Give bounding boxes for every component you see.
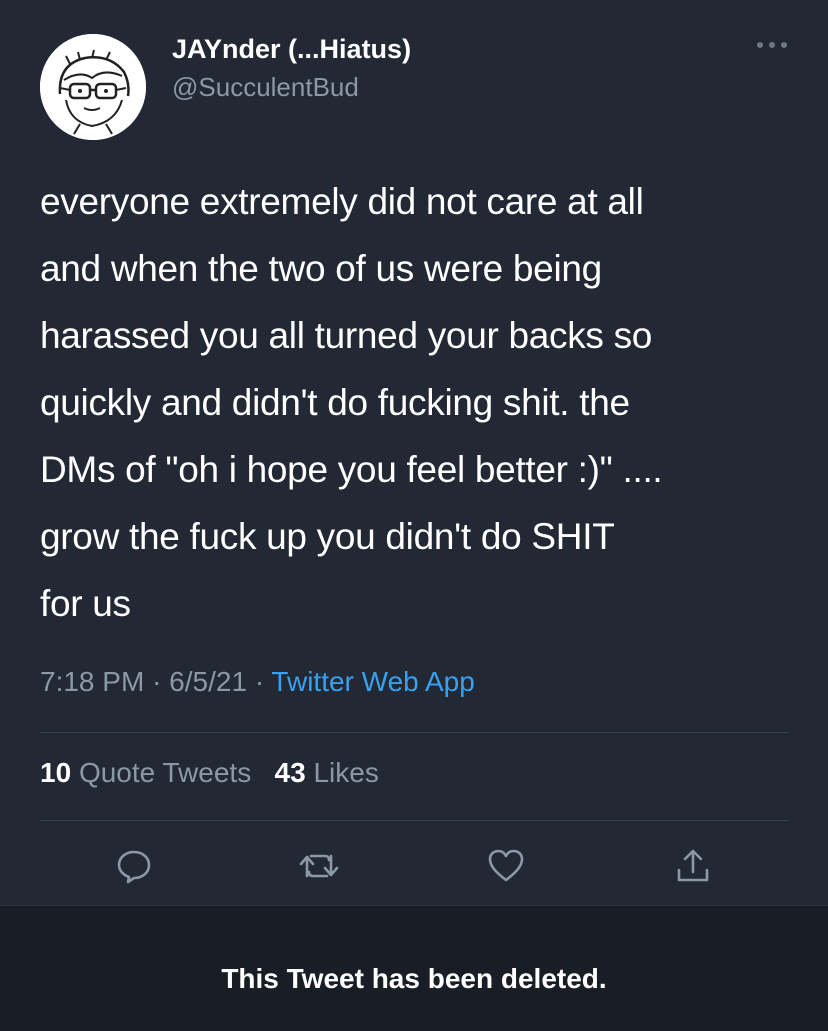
meta-separator: · bbox=[254, 666, 265, 697]
cartoon-face-avatar-icon bbox=[40, 34, 146, 140]
tweet-text: everyone extremely did not care at all a… bbox=[40, 181, 663, 624]
deleted-tweet-message: This Tweet has been deleted. bbox=[221, 963, 607, 994]
meta-separator: · bbox=[152, 666, 162, 697]
retweet-button[interactable] bbox=[293, 840, 345, 892]
deleted-tweet-banner: This Tweet has been deleted. bbox=[0, 905, 828, 1031]
quote-tweets-stat[interactable]: 10 Quote Tweets bbox=[40, 757, 251, 788]
like-icon bbox=[488, 849, 524, 882]
likes-stat[interactable]: 43 Likes bbox=[275, 757, 379, 788]
avatar[interactable] bbox=[40, 34, 146, 140]
author-handle[interactable]: @SucculentBud bbox=[172, 72, 359, 103]
divider bbox=[40, 732, 788, 733]
like-button[interactable] bbox=[480, 840, 532, 892]
more-options-button[interactable] bbox=[752, 30, 792, 60]
tweet-actions bbox=[0, 840, 828, 892]
retweet-icon bbox=[299, 854, 339, 878]
reply-button[interactable] bbox=[108, 840, 160, 892]
quote-tweets-count: 10 bbox=[40, 757, 72, 788]
likes-count: 43 bbox=[274, 757, 306, 788]
divider bbox=[40, 820, 788, 821]
tweet-date[interactable]: 6/5/21 bbox=[169, 666, 247, 697]
share-icon bbox=[677, 849, 709, 882]
quote-tweets-label: Quote Tweets bbox=[78, 757, 252, 788]
reply-icon bbox=[117, 850, 151, 884]
share-button[interactable] bbox=[667, 840, 719, 892]
tweet-meta: 7:18 PM · 6/5/21 · Twitter Web App bbox=[40, 666, 475, 698]
tweet-time[interactable]: 7:18 PM bbox=[40, 666, 144, 697]
more-dots-icon bbox=[757, 42, 787, 48]
tweet-stats: 10 Quote Tweets 43 Likes bbox=[40, 757, 379, 789]
tweet-source-link[interactable]: Twitter Web App bbox=[271, 666, 474, 697]
author-display-name[interactable]: JAYnder (...Hiatus) bbox=[172, 34, 411, 65]
likes-label: Likes bbox=[313, 757, 379, 788]
